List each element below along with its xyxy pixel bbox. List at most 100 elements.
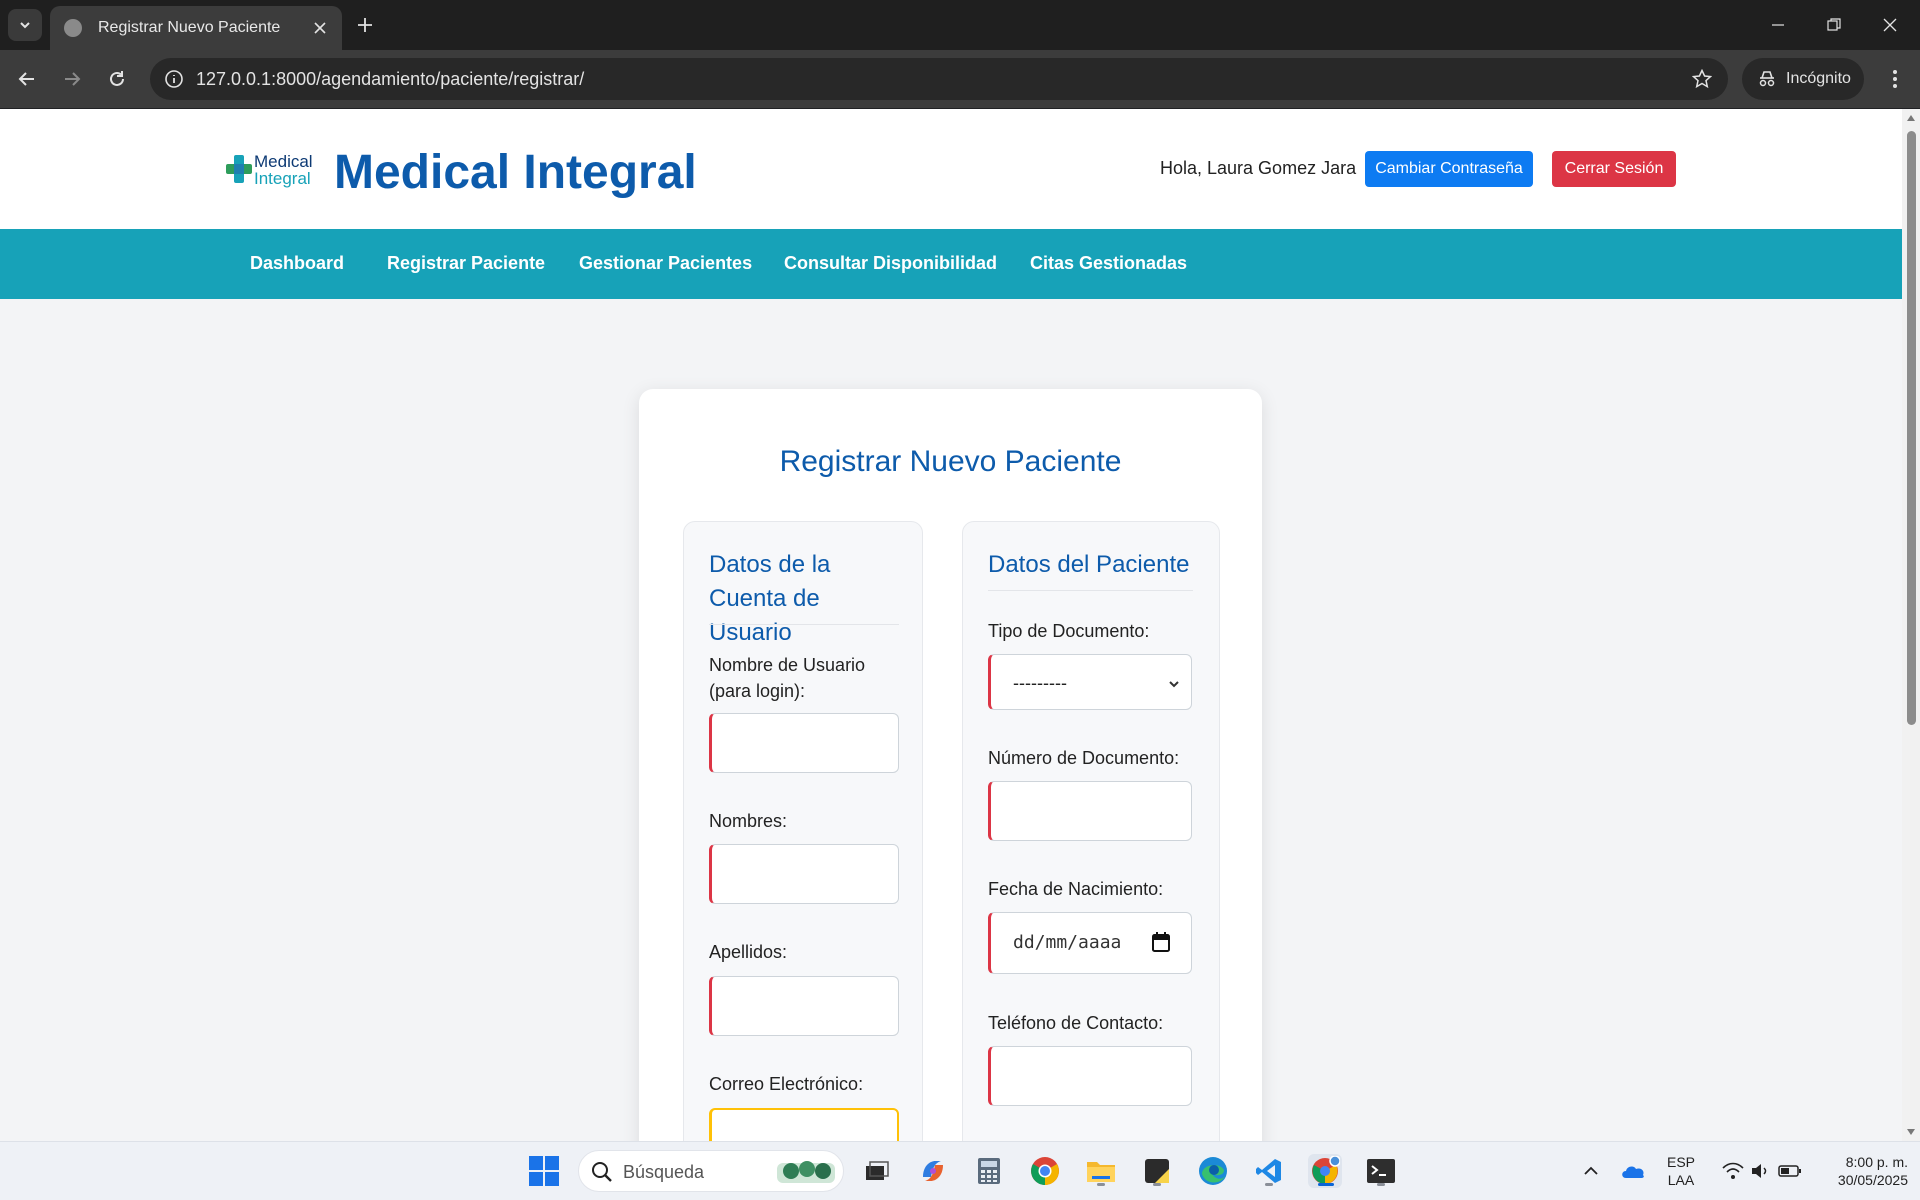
keyboard-layout: LAA — [1667, 1172, 1695, 1188]
section-divider — [988, 590, 1193, 591]
active-tab[interactable]: Registrar Nuevo Paciente — [50, 6, 342, 50]
incognito-label: Incógnito — [1786, 70, 1851, 87]
close-window-button[interactable] — [1870, 8, 1910, 42]
patient-section: Datos del Paciente Tipo de Documento: --… — [962, 521, 1220, 1141]
speaker-icon — [1752, 1164, 1767, 1178]
close-icon — [314, 22, 326, 34]
account-section: Datos de la Cuenta de Usuario Nombre de … — [683, 521, 923, 1141]
onedrive-icon[interactable] — [1616, 1154, 1650, 1188]
page-scrollbar[interactable] — [1902, 109, 1920, 1141]
task-view-icon[interactable] — [860, 1154, 894, 1188]
scroll-down-icon[interactable] — [1906, 1127, 1916, 1137]
chrome-incognito-icon[interactable] — [1308, 1154, 1342, 1188]
more-vertical-icon — [1893, 70, 1897, 88]
clock-time: 8:00 p. m. — [1845, 1154, 1908, 1170]
site-title: Medical Integral — [334, 146, 697, 199]
close-icon — [1883, 18, 1897, 32]
surnames-input[interactable] — [709, 976, 899, 1036]
back-button[interactable] — [10, 62, 44, 96]
names-label: Nombres: — [709, 811, 788, 831]
patient-section-heading: Datos del Paciente — [988, 551, 1190, 578]
username-input[interactable] — [709, 713, 899, 773]
windows-taskbar: Búsqueda ESP LAA 8:00 p. m. 30/05/2025 — [0, 1141, 1920, 1200]
running-indicator — [1265, 1183, 1273, 1186]
terminal-icon[interactable] — [1364, 1154, 1398, 1188]
tab-search-button[interactable] — [8, 9, 42, 41]
active-indicator — [1318, 1183, 1334, 1186]
address-bar[interactable]: 127.0.0.1:8000/agendamiento/paciente/reg… — [150, 58, 1728, 100]
doc-number-input[interactable] — [988, 781, 1192, 841]
birth-date-input[interactable]: dd/mm/aaaa — [988, 912, 1192, 974]
logo-text-integral: Integral — [254, 169, 311, 188]
scroll-up-icon[interactable] — [1906, 113, 1916, 123]
doc-type-select[interactable]: --------- — [988, 654, 1192, 710]
clock-date: 30/05/2025 — [1837, 1172, 1908, 1188]
battery-icon — [1778, 1165, 1801, 1177]
email-label: Correo Electrónico: — [709, 1074, 864, 1094]
language-indicator[interactable]: ESP LAA — [1660, 1153, 1702, 1189]
chrome-icon[interactable] — [1028, 1154, 1062, 1188]
plus-icon — [358, 18, 372, 32]
names-input[interactable] — [709, 844, 899, 904]
surnames-label: Apellidos: — [709, 942, 788, 962]
incognito-icon — [1759, 71, 1775, 87]
change-password-button[interactable]: Cambiar Contraseña — [1365, 151, 1533, 187]
logo-text-medical: Medical — [254, 152, 313, 171]
phone-label: Teléfono de Contacto: — [988, 1013, 1164, 1033]
calendar-icon[interactable] — [1151, 931, 1171, 953]
arrow-right-icon — [65, 72, 81, 86]
nav-item-gestionar-pacientes[interactable]: Gestionar Pacientes — [579, 253, 752, 274]
site-header: Medical Integral Medical Integral Hola, … — [0, 109, 1902, 229]
section-divider — [709, 624, 899, 625]
url-text: 127.0.0.1:8000/agendamiento/paciente/reg… — [196, 69, 585, 89]
logout-button[interactable]: Cerrar Sesión — [1552, 151, 1676, 187]
system-tray-quick-settings[interactable] — [1712, 1154, 1812, 1188]
forward-button[interactable] — [55, 62, 89, 96]
taskbar-search-box[interactable]: Búsqueda — [578, 1150, 844, 1192]
sticky-notes-icon[interactable] — [1140, 1154, 1174, 1188]
globe-icon — [64, 19, 82, 37]
clock[interactable]: 8:00 p. m. 30/05/2025 — [1814, 1153, 1908, 1189]
windows-start-icon[interactable] — [528, 1155, 560, 1187]
running-indicator — [1097, 1183, 1105, 1186]
reload-button[interactable] — [100, 62, 134, 96]
email-input[interactable] — [709, 1108, 899, 1141]
edge-icon[interactable] — [1196, 1154, 1230, 1188]
arrow-left-icon — [18, 72, 34, 86]
new-tab-button[interactable] — [352, 12, 378, 38]
incognito-badge[interactable]: Incógnito — [1742, 58, 1864, 100]
bookmark-star-icon[interactable] — [1690, 67, 1714, 91]
running-indicator — [1377, 1183, 1385, 1186]
nav-item-consultar-disponibilidad[interactable]: Consultar Disponibilidad — [784, 253, 997, 274]
vscode-icon[interactable] — [1252, 1154, 1286, 1188]
browser-tab-bar: Registrar Nuevo Paciente — [0, 0, 1920, 50]
nav-item-registrar-paciente[interactable]: Registrar Paciente — [387, 253, 545, 274]
user-greeting: Hola, Laura Gomez Jara — [1160, 158, 1357, 178]
chevron-down-icon — [20, 22, 30, 29]
minimize-button[interactable] — [1758, 8, 1798, 42]
doc-type-selected-value: --------- — [1013, 673, 1067, 693]
nav-item-citas-gestionadas[interactable]: Citas Gestionadas — [1030, 253, 1187, 274]
browser-menu-button[interactable] — [1878, 62, 1912, 96]
chevron-up-icon[interactable] — [1576, 1154, 1606, 1188]
phone-input[interactable] — [988, 1046, 1192, 1106]
search-icon — [592, 1162, 612, 1182]
tab-close-button[interactable] — [310, 18, 330, 38]
calculator-icon[interactable] — [972, 1154, 1006, 1188]
nav-item-dashboard[interactable]: Dashboard — [250, 253, 344, 274]
browser-toolbar: 127.0.0.1:8000/agendamiento/paciente/reg… — [0, 50, 1920, 108]
restore-icon — [1827, 18, 1841, 31]
running-indicator — [1153, 1183, 1161, 1186]
file-explorer-icon[interactable] — [1084, 1154, 1118, 1188]
search-highlight-icon — [777, 1161, 835, 1183]
copilot-icon[interactable] — [916, 1154, 950, 1188]
chevron-down-icon — [1169, 681, 1179, 688]
username-label: Nombre de Usuario (para login): — [709, 655, 866, 701]
account-section-heading: Datos de la Cuenta de Usuario — [709, 551, 831, 646]
site-info-icon[interactable] — [162, 67, 186, 91]
restore-button[interactable] — [1814, 8, 1854, 42]
taskbar-search-placeholder: Búsqueda — [623, 1162, 705, 1182]
wifi-icon — [1722, 1162, 1744, 1179]
scrollbar-thumb[interactable] — [1907, 131, 1916, 725]
page-viewport: Medical Integral Medical Integral Hola, … — [0, 109, 1920, 1141]
